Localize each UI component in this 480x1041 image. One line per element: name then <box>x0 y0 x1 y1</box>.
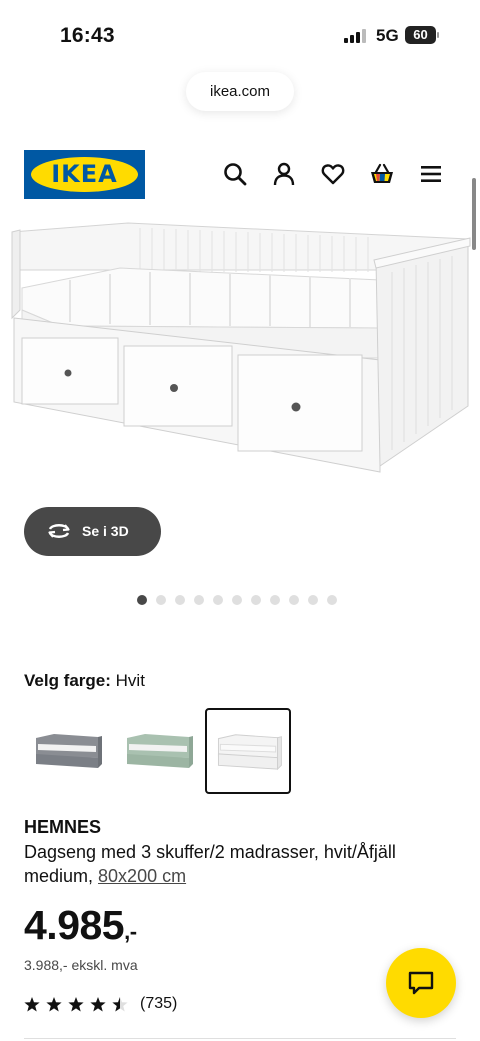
account-icon[interactable] <box>271 161 297 187</box>
star-full <box>68 997 84 1012</box>
color-swatch-white[interactable] <box>205 708 291 794</box>
review-count[interactable]: (735) <box>140 995 177 1013</box>
view-in-3d-label: Se i 3D <box>82 523 129 539</box>
ikea-logo[interactable]: IKEA <box>24 150 145 199</box>
carousel-dot[interactable] <box>232 595 242 605</box>
carousel-dot[interactable] <box>308 595 318 605</box>
price-suffix: ,- <box>124 919 137 944</box>
color-swatch-grey[interactable] <box>24 708 110 794</box>
rotate-3d-icon <box>48 524 70 538</box>
carousel-dot[interactable] <box>175 595 185 605</box>
carousel-dot[interactable] <box>270 595 280 605</box>
view-in-3d-button[interactable]: Se i 3D <box>24 507 161 556</box>
star-full <box>24 997 40 1012</box>
product-image-daybed[interactable] <box>0 210 480 490</box>
image-carousel-indicator[interactable] <box>137 595 337 605</box>
network-type: 5G <box>376 26 399 45</box>
search-icon[interactable] <box>222 161 248 187</box>
url-bar[interactable]: ikea.com <box>186 72 294 111</box>
clock: 16:43 <box>60 24 115 47</box>
selected-color: Hvit <box>115 671 145 690</box>
carousel-dot[interactable] <box>137 595 147 605</box>
signal-icon <box>344 29 366 43</box>
battery-level: 60 <box>405 26 436 44</box>
star-full <box>90 997 106 1012</box>
color-selection: Velg farge: Hvit <box>24 671 145 691</box>
site-header: IKEA <box>0 140 480 210</box>
chat-icon <box>408 971 434 995</box>
status-bar: 16:43 5G 60 <box>0 0 480 70</box>
carousel-dot[interactable] <box>327 595 337 605</box>
product-description-text: Dagseng med 3 skuffer/2 madrasser, hvit/… <box>24 842 396 886</box>
carousel-dot[interactable] <box>194 595 204 605</box>
color-swatch-green[interactable] <box>115 708 201 794</box>
carousel-dot[interactable] <box>156 595 166 605</box>
logo-text: IKEA <box>51 160 118 188</box>
color-label: Velg farge: <box>24 671 111 690</box>
product-description: Dagseng med 3 skuffer/2 madrasser, hvit/… <box>24 840 454 888</box>
carousel-dot[interactable] <box>213 595 223 605</box>
product-size-link[interactable]: 80x200 cm <box>98 866 186 886</box>
price-value: 4.985 <box>24 902 125 948</box>
carousel-dot[interactable] <box>251 595 261 605</box>
battery-icon: 60 <box>405 26 439 44</box>
favourites-icon[interactable] <box>320 161 346 187</box>
price-ex-vat: 3.988,- ekskl. mva <box>24 957 138 973</box>
chat-button[interactable] <box>386 948 456 1018</box>
star-full <box>46 997 62 1012</box>
product-name: HEMNES <box>24 817 102 837</box>
carousel-dot[interactable] <box>289 595 299 605</box>
product-price: 4.985,- <box>24 902 137 949</box>
rating-stars[interactable] <box>24 996 130 1014</box>
section-divider <box>24 1038 456 1039</box>
menu-icon[interactable] <box>418 161 444 187</box>
basket-icon[interactable] <box>368 161 396 187</box>
